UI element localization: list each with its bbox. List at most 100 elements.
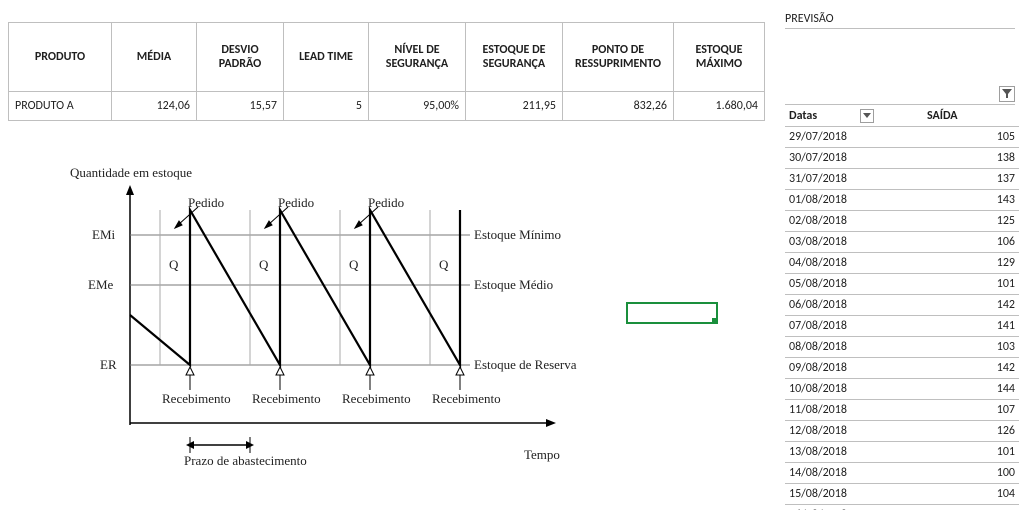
forecast-table: Datas SAÍDA 29/07/201810530/07/201813831… <box>785 106 1019 510</box>
axis-er: ER <box>100 357 117 373</box>
dropdown-icon[interactable] <box>860 109 874 123</box>
table-row[interactable]: 30/07/2018138 <box>785 148 1019 169</box>
table-row[interactable]: 09/08/2018142 <box>785 358 1019 379</box>
label-er: Estoque de Reserva <box>474 357 577 373</box>
table-row[interactable]: 10/08/2018144 <box>785 379 1019 400</box>
cell-pontores[interactable]: 832,26 <box>563 92 674 121</box>
table-row[interactable]: 08/08/2018103 <box>785 337 1019 358</box>
hdr-nivel: NÍVEL DE SEGURANÇA <box>369 23 466 92</box>
cell-saida[interactable]: 142 <box>923 295 1019 316</box>
table-row[interactable]: 16/08/2018131 <box>785 505 1019 510</box>
summary-row[interactable]: PRODUTO A 124,06 15,57 5 95,00% 211,95 8… <box>9 92 765 121</box>
pedido-2: Pedido <box>278 195 314 211</box>
hdr-leadtime: LEAD TIME <box>284 23 369 92</box>
q-2: Q <box>259 257 268 273</box>
cell-saida[interactable]: 143 <box>923 190 1019 211</box>
hdr-pontores: PONTO DE RESSUPRIMENTO <box>563 23 674 92</box>
cell-leadtime[interactable]: 5 <box>284 92 369 121</box>
q-3: Q <box>349 257 358 273</box>
cell-saida[interactable]: 125 <box>923 211 1019 232</box>
cell-esseg[interactable]: 211,95 <box>466 92 563 121</box>
cell-desvio[interactable]: 15,57 <box>197 92 284 121</box>
table-row[interactable]: 31/07/2018137 <box>785 169 1019 190</box>
cell-saida[interactable]: 126 <box>923 421 1019 442</box>
cell-saida[interactable]: 141 <box>923 316 1019 337</box>
cell-date[interactable]: 13/08/2018 <box>785 442 923 463</box>
cell-date[interactable]: 01/08/2018 <box>785 190 923 211</box>
cell-saida[interactable]: 129 <box>923 253 1019 274</box>
cell-saida[interactable]: 131 <box>923 505 1019 510</box>
cell-date[interactable]: 31/07/2018 <box>785 169 923 190</box>
table-row[interactable]: 01/08/2018143 <box>785 190 1019 211</box>
inventory-diagram: Quantidade em estoque EMi EMe ER Estoque… <box>70 165 580 505</box>
cell-date[interactable]: 09/08/2018 <box>785 358 923 379</box>
hdr-desvio: DESVIO PADRÃO <box>197 23 284 92</box>
cell-date[interactable]: 11/08/2018 <box>785 400 923 421</box>
cell-date[interactable]: 06/08/2018 <box>785 295 923 316</box>
table-row[interactable]: 29/07/2018105 <box>785 127 1019 148</box>
hdr-saida[interactable]: SAÍDA <box>923 106 1019 127</box>
table-row[interactable]: 15/08/2018104 <box>785 484 1019 505</box>
table-row[interactable]: 14/08/2018100 <box>785 463 1019 484</box>
cell-date[interactable]: 05/08/2018 <box>785 274 923 295</box>
q-1: Q <box>169 257 178 273</box>
table-row[interactable]: 02/08/2018125 <box>785 211 1019 232</box>
cell-date[interactable]: 02/08/2018 <box>785 211 923 232</box>
cell-saida[interactable]: 104 <box>923 484 1019 505</box>
cell-saida[interactable]: 105 <box>923 127 1019 148</box>
filter-icon[interactable] <box>999 86 1015 102</box>
receb-2: Recebimento <box>252 391 321 407</box>
cell-saida[interactable]: 142 <box>923 358 1019 379</box>
table-row[interactable]: 05/08/2018101 <box>785 274 1019 295</box>
cell-produto[interactable]: PRODUTO A <box>9 92 112 121</box>
table-row[interactable]: 11/08/2018107 <box>785 400 1019 421</box>
q-4: Q <box>439 257 448 273</box>
cell-saida[interactable]: 137 <box>923 169 1019 190</box>
cell-saida[interactable]: 103 <box>923 337 1019 358</box>
hdr-datas[interactable]: Datas <box>785 106 923 127</box>
cell-nivel[interactable]: 95,00% <box>369 92 466 121</box>
diagram-title: Quantidade em estoque <box>70 165 192 181</box>
cell-date[interactable]: 16/08/2018 <box>785 505 923 510</box>
cell-date[interactable]: 12/08/2018 <box>785 421 923 442</box>
prazo-label: Prazo de abastecimento <box>184 453 264 469</box>
cell-date[interactable]: 03/08/2018 <box>785 232 923 253</box>
cell-saida[interactable]: 101 <box>923 442 1019 463</box>
cell-date[interactable]: 04/08/2018 <box>785 253 923 274</box>
table-row[interactable]: 13/08/2018101 <box>785 442 1019 463</box>
cell-date[interactable]: 15/08/2018 <box>785 484 923 505</box>
cell-saida[interactable]: 138 <box>923 148 1019 169</box>
cell-date[interactable]: 30/07/2018 <box>785 148 923 169</box>
cell-saida[interactable]: 100 <box>923 463 1019 484</box>
table-row[interactable]: 12/08/2018126 <box>785 421 1019 442</box>
cell-date[interactable]: 29/07/2018 <box>785 127 923 148</box>
cell-saida[interactable]: 107 <box>923 400 1019 421</box>
pedido-3: Pedido <box>368 195 404 211</box>
receb-1: Recebimento <box>162 391 231 407</box>
cell-saida[interactable]: 144 <box>923 379 1019 400</box>
receb-3: Recebimento <box>342 391 411 407</box>
cell-date[interactable]: 14/08/2018 <box>785 463 923 484</box>
hdr-estseg: ESTOQUE DE SEGURANÇA <box>466 23 563 92</box>
table-row[interactable]: 07/08/2018141 <box>785 316 1019 337</box>
cell-date[interactable]: 08/08/2018 <box>785 337 923 358</box>
table-row[interactable]: 04/08/2018129 <box>785 253 1019 274</box>
selected-cell[interactable] <box>626 302 718 324</box>
hdr-produto: PRODUTO <box>9 23 112 92</box>
cell-saida[interactable]: 106 <box>923 232 1019 253</box>
table-row[interactable]: 03/08/2018106 <box>785 232 1019 253</box>
cell-saida[interactable]: 101 <box>923 274 1019 295</box>
table-row[interactable]: 06/08/2018142 <box>785 295 1019 316</box>
fill-handle[interactable] <box>712 318 718 324</box>
pivot-filter-row <box>785 86 1015 105</box>
summary-table: PRODUTO MÉDIA DESVIO PADRÃO LEAD TIME NÍ… <box>8 22 765 121</box>
axis-eme: EMe <box>88 277 113 293</box>
cell-date[interactable]: 10/08/2018 <box>785 379 923 400</box>
label-eme: Estoque Médio <box>474 277 553 293</box>
cell-esmax[interactable]: 1.680,04 <box>674 92 765 121</box>
x-axis-label: Tempo <box>524 447 560 463</box>
cell-date[interactable]: 07/08/2018 <box>785 316 923 337</box>
axis-emi: EMi <box>92 227 115 243</box>
cell-media[interactable]: 124,06 <box>112 92 197 121</box>
hdr-estmax: ESTOQUE MÁXIMO <box>674 23 765 92</box>
